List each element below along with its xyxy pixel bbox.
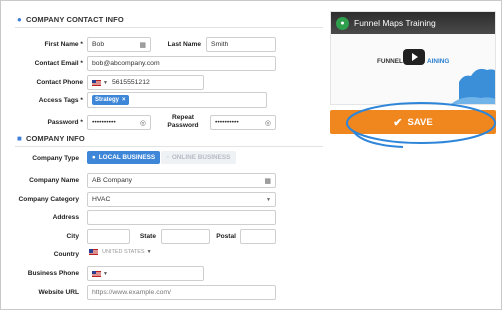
video-brand-left: FUNNEL <box>377 58 403 65</box>
contact-card-icon: ▦ <box>139 41 146 49</box>
company-section-title: ■ COMPANY INFO <box>17 134 85 143</box>
repeat-password-label: Repeat Password <box>167 114 199 129</box>
video-brand-right: AINING <box>427 58 450 65</box>
password-label: Password * <box>47 119 83 126</box>
company-name-input[interactable]: AB Company ▦ <box>87 173 276 188</box>
us-flag-icon <box>92 270 101 277</box>
play-icon[interactable] <box>403 49 425 65</box>
app-window: ● COMPANY CONTACT INFO First Name * Bob … <box>0 0 502 310</box>
training-video[interactable]: ● Funnel Maps Training FUNNEL AINING <box>330 11 496 105</box>
building-icon: ■ <box>17 134 22 143</box>
chevron-down-icon: ▼ <box>266 196 271 203</box>
tag-chip[interactable]: Strategy × <box>92 95 129 105</box>
company-category-label: Company Category <box>18 196 79 203</box>
website-input[interactable]: https://www.example.com/ <box>87 285 276 300</box>
close-icon[interactable]: × <box>122 97 126 103</box>
eye-icon[interactable]: ◎ <box>140 119 146 127</box>
postal-input[interactable] <box>240 229 276 244</box>
contact-card-icon: ▦ <box>264 177 271 185</box>
company-type-label: Company Type <box>32 155 79 162</box>
address-label: Address <box>52 214 79 221</box>
location-pin-icon: ● <box>91 154 96 161</box>
country-select[interactable]: UNITED STATES ▼ <box>89 249 156 255</box>
local-business-toggle[interactable]: ● LOCAL BUSINESS <box>87 151 160 164</box>
postal-label: Postal <box>216 233 236 240</box>
tags-label: Access Tags * <box>38 97 83 104</box>
email-input[interactable]: bob@abcompany.com <box>87 56 276 71</box>
divider <box>15 27 323 28</box>
website-label: Website URL <box>38 289 79 296</box>
contact-section-title: ● COMPANY CONTACT INFO <box>17 15 124 24</box>
divider <box>15 146 323 147</box>
country-label: Country <box>53 251 79 258</box>
last-name-label: Last Name <box>167 41 201 48</box>
us-flag-icon <box>89 249 98 255</box>
password-input[interactable]: •••••••••• ◎ <box>87 115 151 130</box>
chevron-down-icon[interactable]: ▼ <box>103 271 108 277</box>
cart-icon: ▫ <box>166 154 169 161</box>
phone-input[interactable]: ▼ 5615551212 <box>87 75 204 90</box>
last-name-input[interactable]: Smith <box>206 37 276 52</box>
user-icon: ● <box>17 15 22 24</box>
us-flag-icon <box>92 79 101 86</box>
state-label: State <box>139 233 156 240</box>
company-name-label: Company Name <box>29 177 79 184</box>
city-input[interactable] <box>87 229 130 244</box>
chevron-down-icon: ▼ <box>146 249 152 255</box>
business-phone-input[interactable]: ▼ <box>87 266 204 281</box>
channel-logo-icon: ● <box>336 16 349 30</box>
highlight-circle <box>346 102 496 148</box>
email-label: Contact Email * <box>34 60 83 67</box>
first-name-label: First Name * <box>44 41 83 48</box>
eye-icon[interactable]: ◎ <box>265 119 271 127</box>
video-title-bar: ● Funnel Maps Training <box>331 12 495 34</box>
address-input[interactable] <box>87 210 276 225</box>
online-business-toggle[interactable]: ▫ ONLINE BUSINESS <box>161 151 236 164</box>
business-phone-label: Business Phone <box>27 270 79 277</box>
state-input[interactable] <box>161 229 210 244</box>
first-name-input[interactable]: Bob ▦ <box>87 37 151 52</box>
city-label: City <box>66 233 79 240</box>
company-category-select[interactable]: HVAC ▼ <box>87 192 276 207</box>
repeat-password-input[interactable]: •••••••••• ◎ <box>210 115 276 130</box>
tags-input[interactable]: Strategy × <box>87 92 267 108</box>
chevron-down-icon[interactable]: ▼ <box>103 80 108 86</box>
phone-label: Contact Phone <box>36 79 83 86</box>
